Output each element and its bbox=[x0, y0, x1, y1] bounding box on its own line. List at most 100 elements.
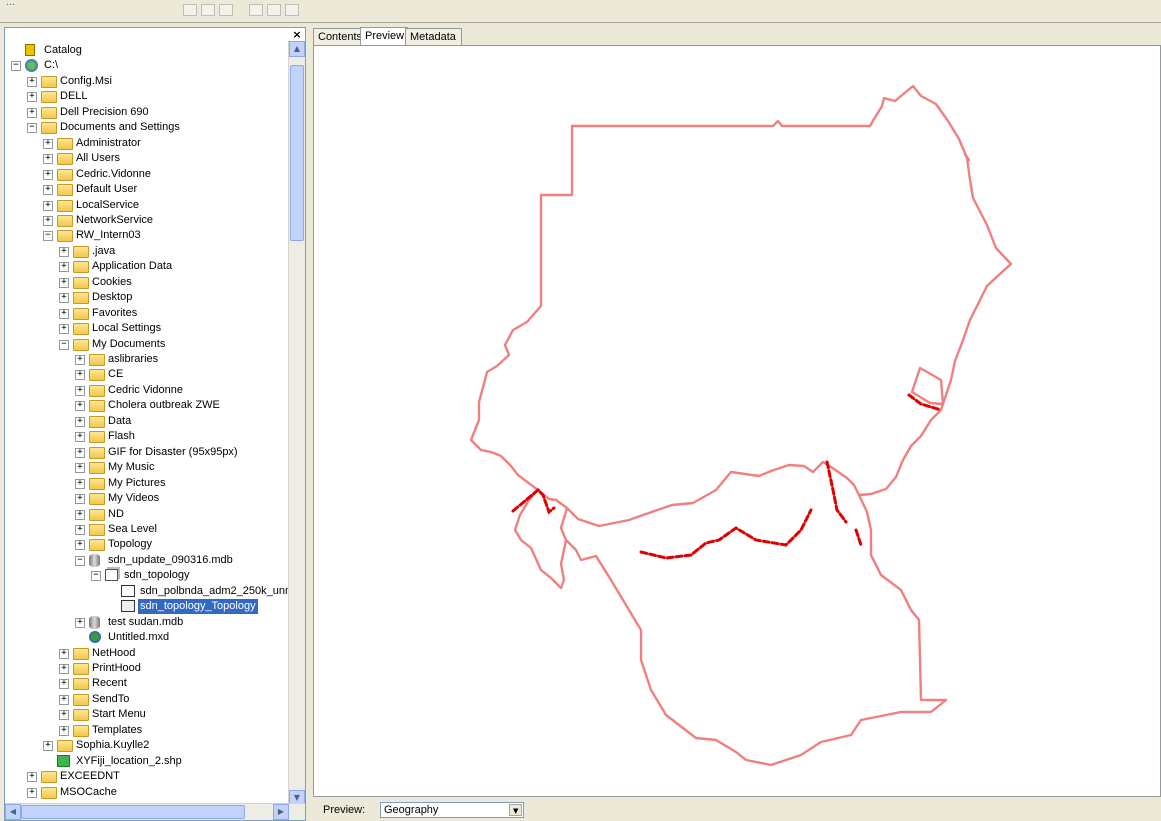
folder-icon bbox=[41, 91, 57, 104]
tree-item-label: MSOCache bbox=[60, 785, 117, 798]
folder-icon bbox=[73, 647, 89, 660]
expand-icon[interactable]: + bbox=[75, 494, 85, 505]
toolbar-button-4[interactable] bbox=[249, 4, 263, 16]
expand-icon[interactable]: + bbox=[75, 370, 85, 381]
toolbar-button-1[interactable] bbox=[183, 4, 197, 16]
expand-icon[interactable]: + bbox=[75, 432, 85, 443]
expand-icon[interactable]: + bbox=[43, 169, 53, 180]
tree-item-label: ND bbox=[108, 507, 124, 520]
folder-icon bbox=[89, 539, 105, 552]
folder-icon bbox=[73, 292, 89, 305]
expand-icon[interactable]: + bbox=[75, 617, 85, 628]
tree-item-label: Favorites bbox=[92, 306, 138, 319]
expand-icon[interactable]: + bbox=[75, 401, 85, 412]
folder-icon bbox=[89, 477, 105, 490]
expand-icon[interactable]: + bbox=[59, 694, 69, 705]
expand-icon[interactable]: + bbox=[27, 107, 37, 118]
expand-icon[interactable]: + bbox=[75, 524, 85, 535]
expand-icon[interactable]: + bbox=[43, 138, 53, 149]
expand-icon[interactable]: + bbox=[59, 679, 69, 690]
folder-icon bbox=[73, 307, 89, 320]
catalog-horizontal-scrollbar[interactable]: ◀ ▶ bbox=[5, 803, 305, 820]
tab-preview[interactable]: Preview bbox=[360, 27, 408, 46]
tree-item-label: NetHood bbox=[92, 646, 136, 659]
preview-bottom-bar: Preview: Geography ▼ bbox=[313, 799, 1161, 821]
expand-icon[interactable]: + bbox=[75, 416, 85, 427]
tree-item-label: Documents and Settings bbox=[60, 121, 180, 134]
folder-icon bbox=[73, 709, 89, 722]
expand-icon[interactable]: + bbox=[75, 355, 85, 365]
scroll-left-button[interactable]: ◀ bbox=[5, 804, 21, 820]
topology-error-2 bbox=[639, 508, 813, 560]
expand-icon[interactable]: + bbox=[43, 215, 53, 226]
expand-icon[interactable]: + bbox=[27, 92, 37, 103]
tree-item-label: Templates bbox=[92, 723, 143, 736]
expand-icon[interactable]: + bbox=[43, 741, 53, 752]
tree-item-label: All Users bbox=[76, 152, 121, 165]
expand-icon[interactable]: + bbox=[59, 293, 69, 304]
expand-icon[interactable]: + bbox=[59, 262, 69, 273]
horizontal-scroll-thumb[interactable] bbox=[21, 805, 245, 819]
toolbar-button-2[interactable] bbox=[201, 4, 215, 16]
tree-item-label: Desktop bbox=[92, 291, 133, 304]
geography-preview-canvas[interactable] bbox=[313, 45, 1161, 797]
expand-icon[interactable]: + bbox=[43, 200, 53, 211]
tree-item-label: LocalService bbox=[76, 198, 139, 211]
collapse-icon[interactable]: − bbox=[59, 339, 69, 350]
tree-item-label: CE bbox=[108, 368, 124, 381]
tab-metadata[interactable]: Metadata bbox=[405, 28, 462, 45]
arrow-up-icon: ▲ bbox=[293, 44, 301, 53]
expand-icon[interactable]: + bbox=[75, 540, 85, 551]
collapse-icon[interactable]: − bbox=[11, 61, 21, 72]
expand-icon[interactable]: + bbox=[75, 447, 85, 458]
expand-icon[interactable]: + bbox=[75, 385, 85, 396]
expand-icon[interactable]: + bbox=[59, 710, 69, 721]
expand-icon[interactable]: + bbox=[59, 246, 69, 257]
tree-item-label: My Music bbox=[108, 461, 155, 474]
catalog-vertical-scrollbar[interactable]: ▲ ▼ bbox=[288, 41, 305, 806]
expand-icon[interactable]: + bbox=[59, 308, 69, 319]
dropdown-button[interactable]: ▼ bbox=[509, 804, 522, 816]
tree-item-label: Cookies bbox=[92, 275, 132, 288]
tree-item-label: Administrator bbox=[76, 136, 141, 149]
collapse-icon[interactable]: − bbox=[91, 571, 101, 582]
expand-icon[interactable]: + bbox=[27, 76, 37, 87]
expand-icon[interactable]: + bbox=[59, 725, 69, 736]
expand-icon[interactable]: + bbox=[75, 463, 85, 474]
tree-item-label: test sudan.mdb bbox=[108, 615, 184, 628]
tree-item-label: sdn_polbnda_adm2_250k_unma bbox=[140, 584, 291, 597]
tree-item-label: Dell Precision 690 bbox=[60, 105, 149, 118]
database-icon bbox=[89, 553, 100, 567]
scroll-up-button[interactable]: ▲ bbox=[289, 41, 305, 57]
expand-icon[interactable]: + bbox=[59, 277, 69, 288]
toolbar-button-3[interactable] bbox=[219, 4, 233, 16]
toolbar-partial-text: ... bbox=[6, 0, 16, 8]
scroll-right-button[interactable]: ▶ bbox=[273, 804, 289, 820]
expand-icon[interactable]: + bbox=[59, 648, 69, 659]
vertical-scroll-thumb[interactable] bbox=[290, 65, 304, 241]
collapse-icon[interactable]: − bbox=[27, 123, 37, 134]
expand-icon[interactable]: + bbox=[43, 154, 53, 165]
folder-icon bbox=[41, 122, 57, 135]
tree-item-label: DELL bbox=[60, 90, 88, 103]
toolbar-button-5[interactable] bbox=[267, 4, 281, 16]
expand-icon[interactable]: + bbox=[43, 185, 53, 196]
collapse-icon[interactable]: − bbox=[43, 231, 53, 242]
expand-icon[interactable]: + bbox=[27, 787, 37, 798]
expand-icon[interactable]: + bbox=[59, 664, 69, 674]
arrow-down-icon: ▼ bbox=[293, 793, 301, 802]
tree-item-label: My Videos bbox=[108, 492, 160, 505]
preview-mode-select[interactable]: Geography ▼ bbox=[380, 802, 524, 818]
tree-item-label: Local Settings bbox=[92, 322, 162, 335]
toolbar-button-6[interactable] bbox=[285, 4, 299, 16]
tab-label: Metadata bbox=[410, 31, 456, 43]
collapse-icon[interactable]: − bbox=[75, 555, 85, 566]
folder-icon bbox=[89, 431, 105, 444]
expand-icon[interactable]: + bbox=[27, 772, 37, 783]
catalog-close-button[interactable]: × bbox=[291, 29, 303, 41]
catalog-icon bbox=[25, 44, 35, 56]
folder-icon bbox=[41, 75, 57, 88]
expand-icon[interactable]: + bbox=[75, 478, 85, 489]
expand-icon[interactable]: + bbox=[59, 324, 69, 335]
expand-icon[interactable]: + bbox=[75, 509, 85, 520]
